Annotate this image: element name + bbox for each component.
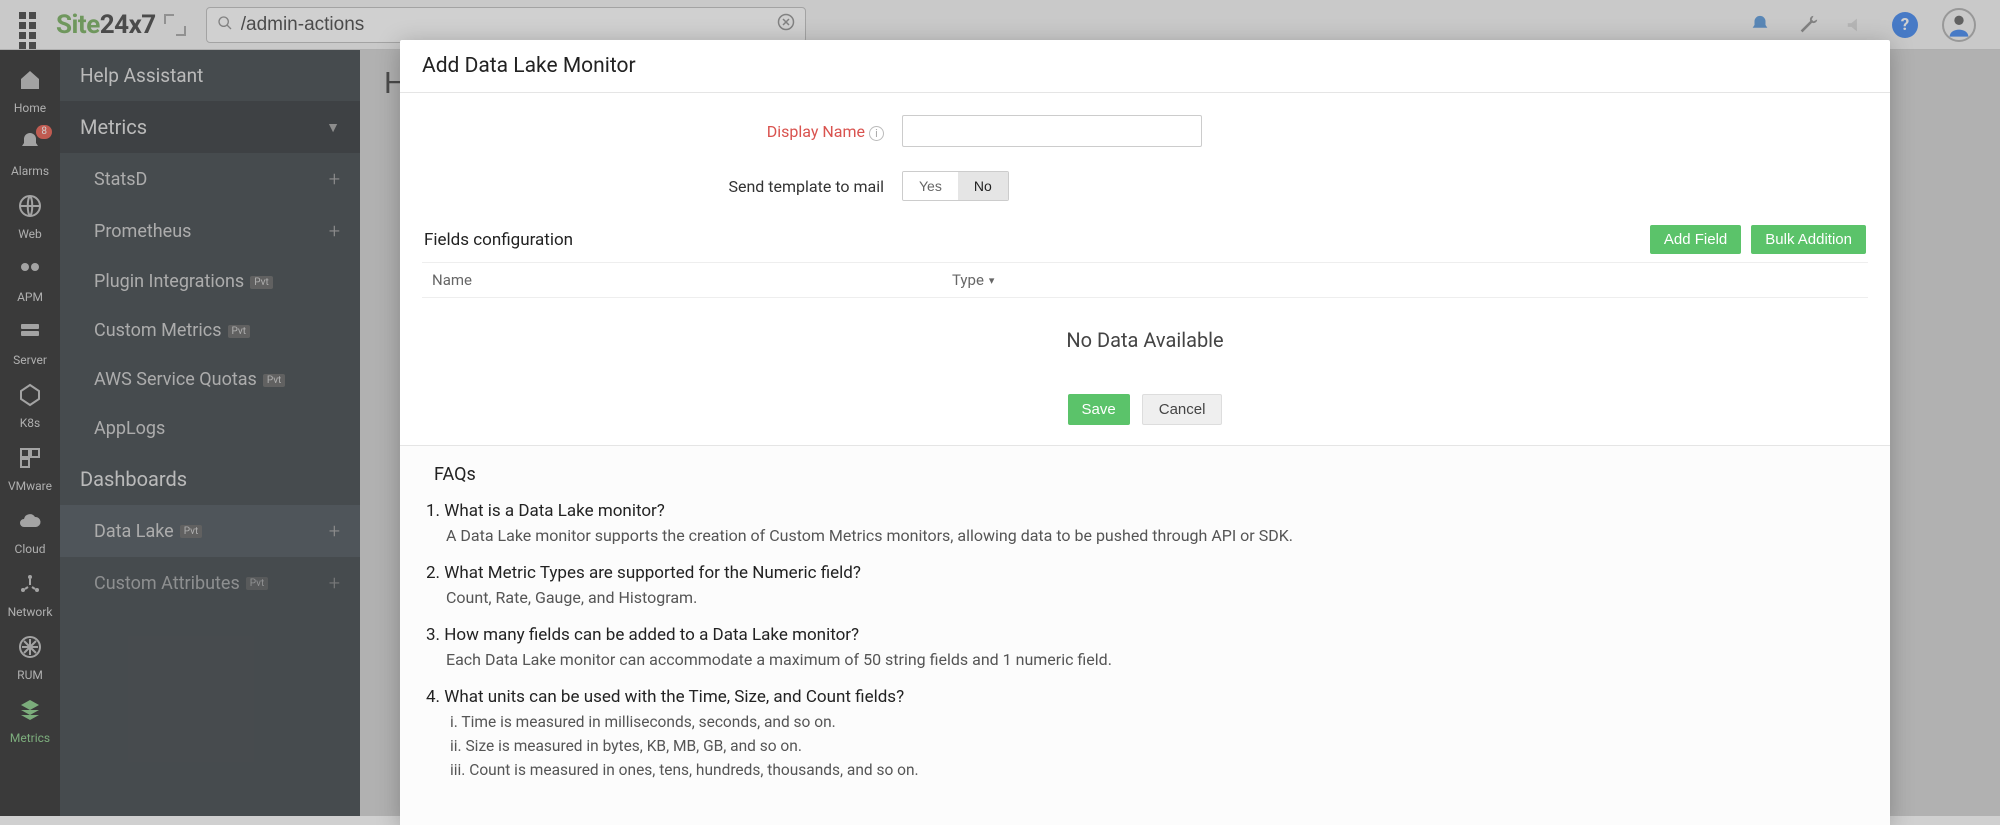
faq-answer: Count, Rate, Gauge, and Histogram. [426, 588, 1864, 607]
modal-title: Add Data Lake Monitor [400, 40, 1890, 93]
rail-metrics[interactable]: Metrics [0, 690, 60, 753]
send-template-toggle: Yes No [902, 171, 1009, 201]
chevron-down-icon: ▾ [989, 274, 995, 287]
pvt-badge: Pvt [246, 577, 269, 590]
sidebar-plugin-integrations[interactable]: Plugin IntegrationsPvt [60, 257, 360, 306]
wrench-icon[interactable] [1796, 13, 1820, 37]
rail-label: Cloud [15, 542, 46, 556]
rail-label: RUM [17, 668, 43, 682]
sidebar-metrics-header[interactable]: Metrics▼ [60, 101, 360, 153]
sidebar-prometheus[interactable]: Prometheus+ [60, 205, 360, 257]
sidebar-custom-attributes[interactable]: Custom AttributesPvt+ [60, 557, 360, 609]
search-box[interactable] [206, 7, 806, 43]
cancel-button[interactable]: Cancel [1142, 394, 1223, 425]
faq-sub-answer: iii. Count is measured in ones, tens, hu… [426, 761, 1864, 779]
notification-bell-icon[interactable] [1748, 13, 1772, 37]
help-icon[interactable]: ? [1892, 12, 1918, 38]
sidebar-statsd[interactable]: StatsD+ [60, 153, 360, 205]
col-type[interactable]: Type▾ [952, 271, 994, 289]
rail-label: APM [17, 290, 43, 304]
rail-cloud[interactable]: Cloud [0, 501, 60, 564]
sidebar-aws-service-quotas[interactable]: AWS Service QuotasPvt [60, 355, 360, 404]
search-icon [217, 15, 233, 35]
pvt-badge: Pvt [228, 325, 251, 338]
fields-table-header: Name Type▾ [422, 262, 1868, 298]
faq-answer: A Data Lake monitor supports the creatio… [426, 526, 1864, 545]
apps-launcher-icon[interactable] [10, 8, 44, 42]
pvt-badge: Pvt [263, 374, 286, 387]
rail-rum[interactable]: RUM [0, 627, 60, 690]
display-name-input[interactable] [902, 115, 1202, 147]
user-avatar[interactable] [1942, 8, 1976, 42]
clear-search-icon[interactable] [777, 13, 795, 36]
rail-vmware[interactable]: VMware [0, 438, 60, 501]
alarm-badge: 8 [36, 125, 52, 139]
plus-icon[interactable]: + [329, 571, 340, 595]
col-name: Name [432, 271, 952, 289]
sidebar-applogs[interactable]: AppLogs [60, 404, 360, 453]
rail-alarms[interactable]: 8 Alarms [0, 123, 60, 186]
faq-item: 1. What is a Data Lake monitor? A Data L… [426, 501, 1864, 545]
save-button[interactable]: Save [1068, 394, 1130, 425]
rail-label: Alarms [11, 164, 49, 178]
sidebar-dashboards-header[interactable]: Dashboards [60, 453, 360, 505]
expand-icon[interactable] [164, 14, 186, 36]
rail-apm[interactable]: APM [0, 249, 60, 312]
logo-part2: 24x7 [100, 10, 156, 40]
plus-icon[interactable]: + [329, 519, 340, 543]
send-template-label: Send template to mail [422, 177, 902, 196]
faq-answer: Each Data Lake monitor can accommodate a… [426, 650, 1864, 669]
rail-label: VMware [8, 479, 52, 493]
sidebar-custom-metrics[interactable]: Custom MetricsPvt [60, 306, 360, 355]
faq-item: 2. What Metric Types are supported for t… [426, 563, 1864, 607]
announcement-icon[interactable] [1844, 13, 1868, 37]
search-input[interactable] [241, 14, 777, 36]
faq-question: 3. How many fields can be added to a Dat… [426, 625, 1864, 645]
rail-label: K8s [20, 416, 40, 430]
sidebar-data-lake[interactable]: Data LakePvt+ [60, 505, 360, 557]
pvt-badge: Pvt [250, 276, 273, 289]
toggle-no[interactable]: No [958, 172, 1008, 200]
no-data-message: No Data Available [422, 298, 1868, 382]
add-field-button[interactable]: Add Field [1650, 225, 1741, 254]
info-icon[interactable]: i [869, 126, 884, 141]
rail-web[interactable]: Web [0, 186, 60, 249]
rail-label: Network [8, 605, 53, 619]
faq-section: FAQs 1. What is a Data Lake monitor? A D… [400, 445, 1890, 825]
rail-network[interactable]: Network [0, 564, 60, 627]
faq-item: 4. What units can be used with the Time,… [426, 687, 1864, 779]
rail-label: Metrics [10, 731, 50, 745]
rail-label: Home [14, 101, 46, 115]
plus-icon[interactable]: + [329, 219, 340, 243]
faq-title: FAQs [426, 464, 1864, 485]
rail-k8s[interactable]: K8s [0, 375, 60, 438]
topbar-right: ? [1748, 8, 1990, 42]
toggle-yes[interactable]: Yes [903, 172, 958, 200]
rail-server[interactable]: Server [0, 312, 60, 375]
add-data-lake-modal: Add Data Lake Monitor Display Namei Send… [400, 40, 1890, 825]
faq-item: 3. How many fields can be added to a Dat… [426, 625, 1864, 669]
display-name-label: Display Namei [422, 122, 902, 141]
pvt-badge: Pvt [180, 525, 203, 538]
faq-question: 2. What Metric Types are supported for t… [426, 563, 1864, 583]
logo[interactable]: Site24x7 [56, 10, 156, 40]
faq-sub-answer: ii. Size is measured in bytes, KB, MB, G… [426, 737, 1864, 755]
sidebar: Help Assistant Metrics▼ StatsD+ Promethe… [60, 50, 360, 816]
rail-label: Web [18, 227, 42, 241]
faq-question: 1. What is a Data Lake monitor? [426, 501, 1864, 521]
left-rail: Home 8 Alarms Web APM Server K8s VMware C… [0, 50, 60, 816]
faq-sub-answer: i. Time is measured in milliseconds, sec… [426, 713, 1864, 731]
bulk-addition-button[interactable]: Bulk Addition [1751, 225, 1866, 254]
rail-label: Server [13, 353, 47, 367]
fields-config-title: Fields configuration [424, 230, 573, 250]
faq-question: 4. What units can be used with the Time,… [426, 687, 1864, 707]
rail-home[interactable]: Home [0, 60, 60, 123]
logo-part1: Site [56, 10, 100, 40]
chevron-down-icon: ▼ [326, 119, 340, 136]
plus-icon[interactable]: + [329, 167, 340, 191]
sidebar-help-assistant[interactable]: Help Assistant [60, 50, 360, 101]
